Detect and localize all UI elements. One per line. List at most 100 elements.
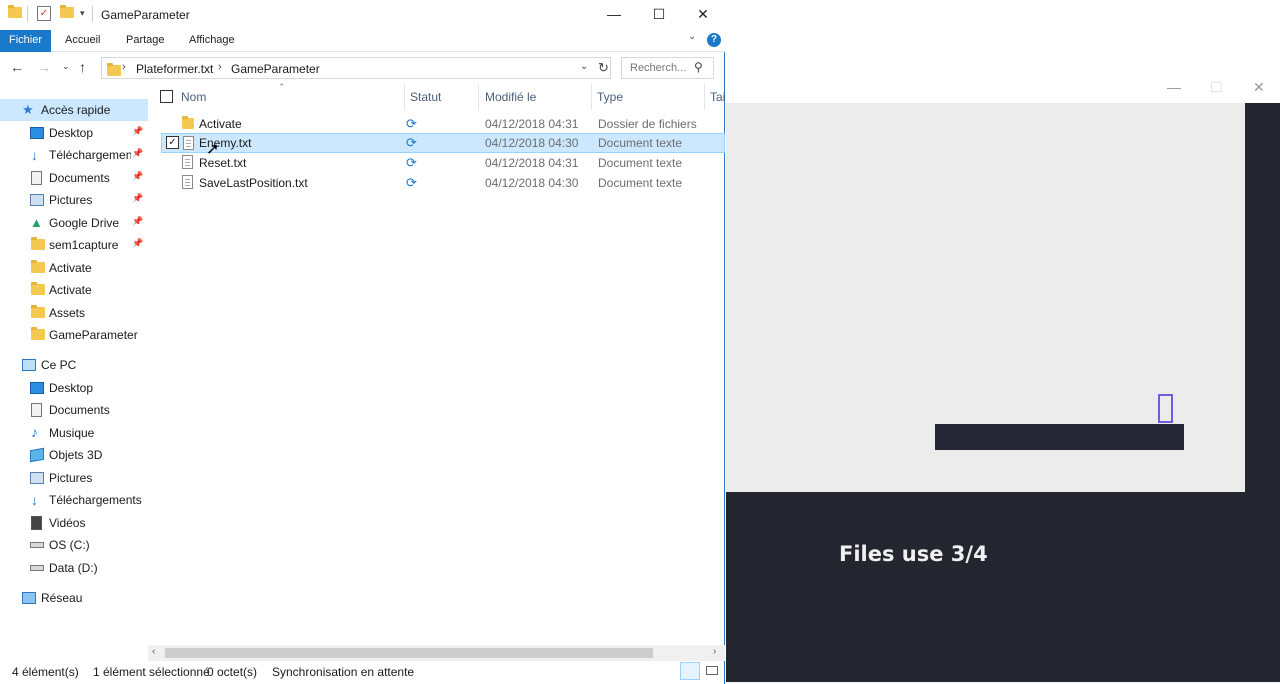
- column-divider[interactable]: [591, 84, 592, 110]
- row-checkbox[interactable]: ✓: [166, 136, 179, 149]
- sidebar-item-videos[interactable]: Vidéos: [0, 512, 148, 534]
- table-row[interactable]: Activate ⟳ 04/12/2018 04:31 Dossier de f…: [161, 114, 725, 134]
- help-icon[interactable]: ?: [707, 33, 721, 47]
- breadcrumb-separator-icon[interactable]: ›: [122, 61, 126, 73]
- customize-toolbar-icon[interactable]: ▾: [80, 8, 85, 19]
- properties-icon[interactable]: ✓: [37, 6, 51, 21]
- breadcrumb-gameparameter[interactable]: GameParameter: [231, 62, 320, 76]
- column-header-taille[interactable]: Tai: [710, 90, 725, 104]
- sidebar-item-desktop[interactable]: Desktop: [0, 377, 148, 399]
- sidebar-item-label: Google Drive: [49, 216, 120, 230]
- up-arrow-icon[interactable]: ↑: [79, 59, 86, 75]
- sidebar-item-desktop[interactable]: Desktop 📌: [0, 122, 148, 144]
- selection-count: 1 élément sélectionné: [93, 665, 210, 679]
- sidebar-item-reseau[interactable]: Réseau: [0, 587, 148, 609]
- pin-icon[interactable]: 📌: [132, 148, 143, 159]
- pin-icon[interactable]: 📌: [132, 193, 143, 204]
- file-type: Document texte: [598, 136, 683, 150]
- scroll-right-icon[interactable]: ›: [713, 646, 716, 657]
- sidebar-item-telechargements[interactable]: ↓ Téléchargements: [0, 489, 148, 511]
- sidebar-item-data-d[interactable]: Data (D:): [0, 557, 148, 579]
- maximize-button[interactable]: ☐: [1210, 79, 1223, 96]
- close-button[interactable]: ✕: [1253, 79, 1265, 96]
- drive-icon: [30, 565, 44, 571]
- sidebar-item-documents[interactable]: Documents 📌: [0, 167, 148, 189]
- scrollbar-thumb[interactable]: [165, 648, 653, 658]
- sidebar-item-sem1capture[interactable]: sem1capture 📌: [0, 234, 148, 256]
- music-icon: ♪: [31, 424, 38, 440]
- sidebar-item-assets[interactable]: Assets: [0, 302, 148, 324]
- sidebar-item-label: sem1capture: [49, 238, 119, 252]
- tab-fichier[interactable]: Fichier: [0, 30, 51, 52]
- breadcrumb-separator-icon[interactable]: ›: [218, 61, 222, 73]
- sidebar-item-label: Desktop: [49, 126, 94, 140]
- table-row[interactable]: Reset.txt ⟳ 04/12/2018 04:31 Document te…: [161, 153, 725, 173]
- large-icons-view-icon[interactable]: [703, 662, 721, 680]
- pin-icon[interactable]: 📌: [132, 238, 143, 249]
- desktop-icon: [30, 127, 44, 139]
- text-document-icon: [183, 136, 194, 150]
- minimize-button[interactable]: —: [592, 0, 636, 30]
- sync-status: Synchronisation en attente: [272, 665, 415, 679]
- table-row[interactable]: ✓ Enemy.txt ⟳ 04/12/2018 04:30 Document …: [161, 133, 725, 158]
- sidebar-item-google-drive[interactable]: ▲ Google Drive 📌: [0, 212, 148, 234]
- address-bar[interactable]: › Plateformer.txt › GameParameter ⌄ ↻: [101, 57, 611, 79]
- sidebar-item-documents[interactable]: Documents: [0, 399, 148, 421]
- column-header-modifie-le[interactable]: Modifié le: [485, 90, 536, 104]
- recent-locations-icon[interactable]: ⌄: [62, 61, 70, 72]
- tab-partage[interactable]: Partage: [118, 30, 173, 52]
- tab-affichage[interactable]: Affichage: [181, 30, 243, 52]
- file-modified: 04/12/2018 04:31: [485, 156, 579, 170]
- file-name[interactable]: Activate: [199, 117, 242, 131]
- details-view-icon[interactable]: [680, 662, 700, 680]
- column-header-nom[interactable]: Nom: [181, 90, 206, 104]
- search-input[interactable]: Recherch... ⚲: [621, 57, 714, 79]
- videos-icon: [31, 516, 42, 530]
- pin-icon[interactable]: 📌: [132, 216, 143, 227]
- column-header-statut[interactable]: Statut: [410, 90, 441, 104]
- sidebar-item-label: Activate: [49, 283, 92, 297]
- chevron-down-icon[interactable]: ⌄: [688, 31, 696, 42]
- close-button[interactable]: ✕: [681, 0, 725, 30]
- pin-icon[interactable]: 📌: [132, 126, 143, 137]
- column-divider[interactable]: [404, 84, 405, 110]
- search-icon[interactable]: ⚲: [694, 60, 703, 74]
- scroll-left-icon[interactable]: ‹: [152, 646, 155, 657]
- sidebar-item-telechargements[interactable]: ↓ Téléchargements 📌: [0, 144, 148, 166]
- new-folder-icon[interactable]: [60, 5, 74, 20]
- breadcrumb-plateformer[interactable]: Plateformer.txt: [136, 62, 213, 76]
- pictures-icon: [30, 194, 44, 206]
- sidebar-item-os-c[interactable]: OS (C:): [0, 534, 148, 556]
- refresh-icon[interactable]: ↻: [598, 60, 609, 76]
- column-header-type[interactable]: Type: [597, 90, 623, 104]
- sidebar-item-objets-3d[interactable]: Objets 3D: [0, 444, 148, 466]
- game-viewport[interactable]: [726, 103, 1245, 492]
- file-name[interactable]: SaveLastPosition.txt: [199, 176, 308, 190]
- column-divider[interactable]: [478, 84, 479, 110]
- tab-accueil[interactable]: Accueil: [57, 30, 108, 52]
- horizontal-scrollbar[interactable]: ‹ ›: [148, 645, 725, 661]
- chevron-down-icon[interactable]: ⌄: [580, 61, 588, 72]
- sidebar-item-quick-access[interactable]: ★ Accès rapide: [0, 99, 148, 121]
- desktop-icon: [30, 382, 44, 394]
- sidebar-item-activate[interactable]: Activate: [0, 279, 148, 301]
- sidebar-item-activate[interactable]: Activate: [0, 257, 148, 279]
- back-arrow-icon[interactable]: ←: [10, 59, 24, 75]
- table-row[interactable]: SaveLastPosition.txt ⟳ 04/12/2018 04:30 …: [161, 173, 725, 193]
- sidebar-item-ce-pc[interactable]: Ce PC: [0, 354, 148, 376]
- sidebar-item-pictures[interactable]: Pictures: [0, 467, 148, 489]
- file-name[interactable]: Reset.txt: [199, 156, 246, 170]
- forward-arrow-icon[interactable]: →: [37, 59, 51, 75]
- sidebar-item-label: Documents: [49, 171, 110, 185]
- pictures-icon: [30, 472, 44, 484]
- sidebar-item-musique[interactable]: ♪ Musique: [0, 422, 148, 444]
- minimize-button[interactable]: —: [1167, 79, 1181, 95]
- navigation-pane: ★ Accès rapide Desktop 📌 ↓ Téléchargemen…: [0, 98, 148, 653]
- pin-icon[interactable]: 📌: [132, 171, 143, 182]
- column-divider[interactable]: [704, 84, 705, 110]
- sidebar-item-pictures[interactable]: Pictures 📌: [0, 189, 148, 211]
- maximize-button[interactable]: ☐: [637, 0, 681, 30]
- sidebar-item-label: Accès rapide: [41, 103, 111, 117]
- select-all-checkbox[interactable]: [160, 90, 173, 103]
- sidebar-item-gameparameter[interactable]: GameParameter: [0, 324, 148, 346]
